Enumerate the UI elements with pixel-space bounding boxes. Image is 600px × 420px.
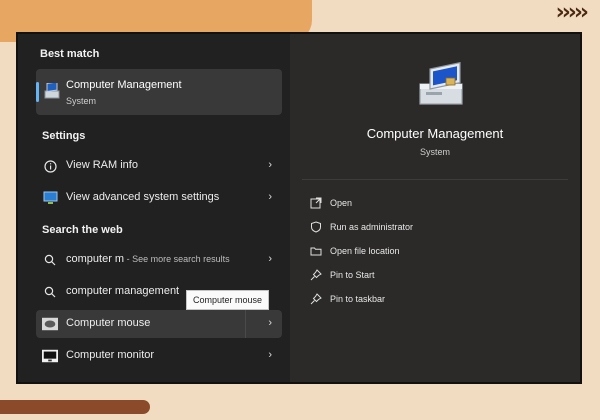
settings-item-label: View RAM info — [66, 159, 138, 171]
settings-item-view-ram[interactable]: View RAM info › — [36, 152, 282, 180]
search-icon — [42, 252, 58, 268]
monitor-thumbnail-icon — [42, 348, 58, 364]
open-icon — [310, 197, 322, 209]
best-match-title: Computer Management — [66, 79, 182, 91]
pin-icon — [310, 293, 322, 305]
chevron-right-icon[interactable]: › — [268, 253, 272, 265]
best-match-result[interactable]: Computer Management System — [36, 69, 282, 115]
see-more-hint: - See more search results — [124, 254, 230, 264]
decorative-brown-bar — [0, 400, 150, 414]
chevrons-decoration-icon: ››››› — [555, 0, 589, 25]
computer-management-icon — [44, 83, 60, 99]
mouse-thumbnail-icon — [42, 316, 58, 332]
hover-tooltip: Computer mouse — [186, 290, 270, 310]
chevron-right-icon[interactable]: › — [268, 159, 272, 171]
web-result-label: Computer monitor — [66, 349, 155, 361]
action-label: Open file location — [330, 246, 400, 256]
shield-icon — [311, 221, 321, 233]
details-panel: Computer Management System Open Run as a… — [290, 34, 580, 382]
web-result-computer-mouse[interactable]: Computer mouse › — [36, 310, 282, 338]
selection-accent — [36, 82, 39, 102]
info-icon — [42, 158, 58, 174]
detail-app-title: Computer Management — [366, 126, 504, 141]
web-result-label: computer management — [66, 285, 180, 297]
search-results-panel: Best match Computer Management System Se… — [18, 34, 290, 382]
chevron-right-icon[interactable]: › — [268, 317, 272, 329]
computer-management-icon — [419, 62, 463, 105]
web-result-partial[interactable] — [36, 374, 282, 382]
web-result-computer-m[interactable]: computer m - See more search results › — [36, 246, 282, 274]
web-result-label: Computer mouse — [66, 317, 151, 329]
search-web-heading: Search the web — [42, 224, 123, 236]
settings-item-advanced-system[interactable]: View advanced system settings › — [36, 184, 282, 212]
start-search-window: Best match Computer Management System Se… — [16, 32, 582, 384]
folder-icon — [310, 247, 322, 256]
action-label: Run as administrator — [330, 222, 414, 232]
chevron-right-icon[interactable]: › — [268, 191, 272, 203]
web-result-label: computer m - See more search results — [66, 253, 230, 265]
search-icon — [42, 284, 58, 300]
detail-app-subtitle: System — [419, 147, 450, 157]
pin-icon — [310, 269, 322, 281]
system-settings-icon — [42, 190, 58, 206]
settings-heading: Settings — [42, 130, 86, 142]
best-match-subtitle: System — [66, 96, 97, 106]
settings-item-label: View advanced system settings — [66, 191, 220, 203]
search-icon — [42, 380, 58, 382]
action-label: Open — [330, 198, 353, 208]
divider — [302, 179, 568, 180]
best-match-heading: Best match — [40, 48, 100, 60]
web-result-computer-monitor[interactable]: Computer monitor › — [36, 342, 282, 370]
action-label: Pin to Start — [330, 270, 375, 280]
arrow-button[interactable] — [245, 310, 282, 338]
action-label: Pin to taskbar — [330, 294, 386, 304]
chevron-right-icon[interactable]: › — [268, 349, 272, 361]
